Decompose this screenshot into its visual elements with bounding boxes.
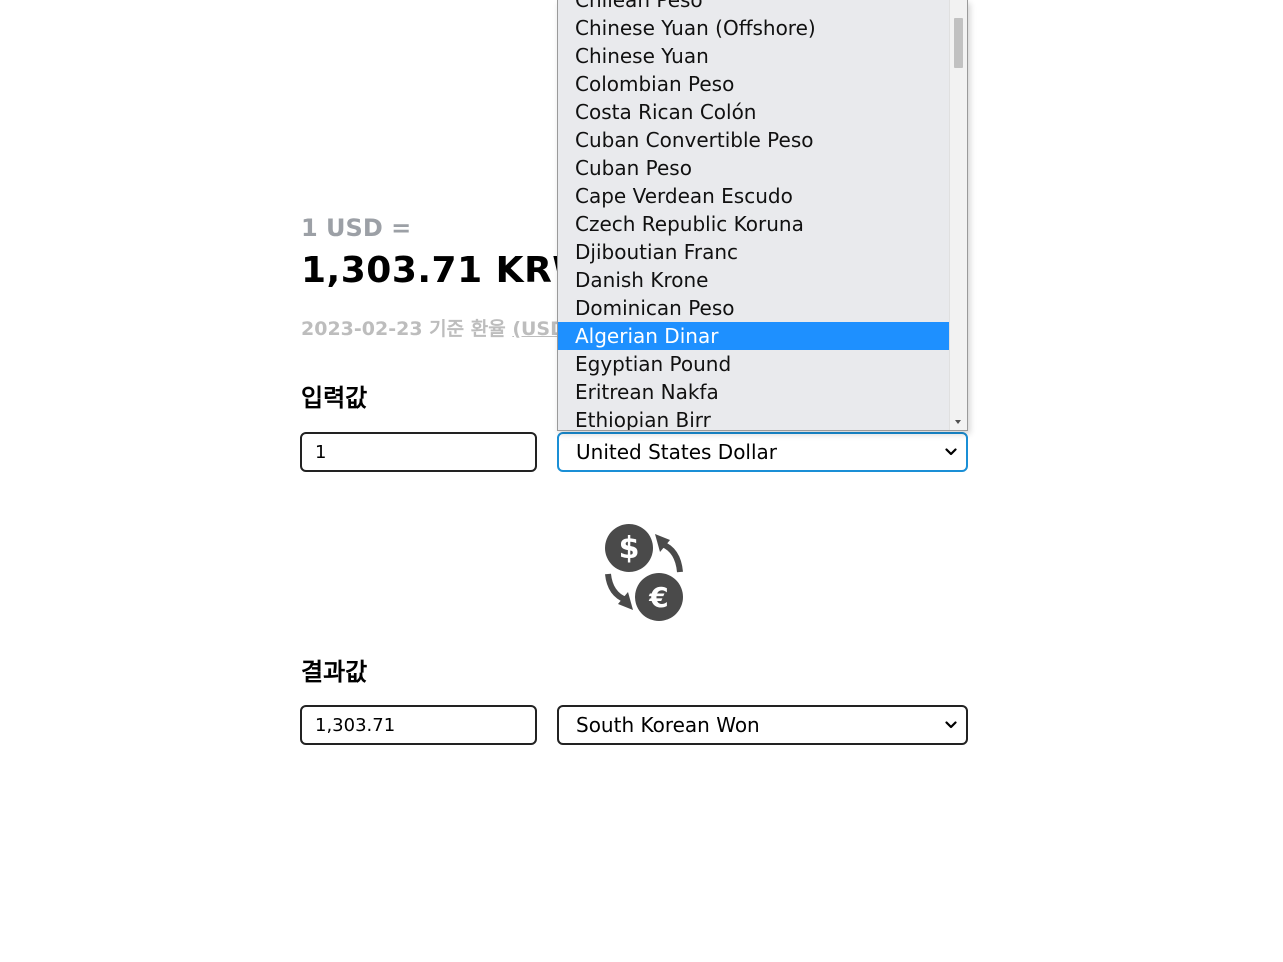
- rate-result-text: 1,303.71 KRW: [301, 250, 593, 291]
- svg-text:€: €: [648, 581, 668, 614]
- currency-dropdown-list[interactable]: Chilean Peso Chinese Yuan (Offshore) Chine…: [557, 0, 968, 431]
- dropdown-option[interactable]: Chinese Yuan: [558, 42, 950, 70]
- rate-date-prefix: 2023-02-23 기준 환율: [301, 318, 506, 340]
- dropdown-option[interactable]: Djiboutian Franc: [558, 238, 950, 266]
- dropdown-option[interactable]: Colombian Peso: [558, 70, 950, 98]
- dropdown-scrollbar[interactable]: [949, 0, 967, 430]
- result-amount-input[interactable]: [300, 705, 537, 745]
- dropdown-option[interactable]: Czech Republic Koruna: [558, 210, 950, 238]
- to-currency-select[interactable]: South Korean Won: [557, 705, 968, 745]
- dropdown-option[interactable]: Chinese Yuan (Offshore): [558, 14, 950, 42]
- output-section-label: 결과값: [301, 658, 368, 686]
- amount-input[interactable]: [300, 432, 537, 472]
- chevron-down-icon: [940, 441, 962, 463]
- scroll-down-arrow-icon[interactable]: [955, 420, 961, 424]
- input-section-label: 입력값: [301, 384, 368, 412]
- dropdown-option[interactable]: Cape Verdean Escudo: [558, 182, 950, 210]
- chevron-down-icon: [940, 714, 962, 736]
- dropdown-option[interactable]: Dominican Peso: [558, 294, 950, 322]
- rate-date-text: 2023-02-23 기준 환율 (USD: [301, 314, 566, 341]
- dropdown-option[interactable]: Danish Krone: [558, 266, 950, 294]
- currency-exchange-icon: $ €: [600, 522, 688, 622]
- dropdown-option[interactable]: Cuban Peso: [558, 154, 950, 182]
- rate-base-text: 1 USD =: [301, 214, 412, 242]
- svg-text:$: $: [619, 531, 640, 566]
- dropdown-option[interactable]: Algerian Dinar: [558, 322, 950, 350]
- dropdown-option[interactable]: Eritrean Nakfa: [558, 378, 950, 406]
- dropdown-option[interactable]: Egyptian Pound: [558, 350, 950, 378]
- dropdown-option[interactable]: Ethiopian Birr: [558, 406, 950, 430]
- to-currency-value: South Korean Won: [576, 713, 760, 737]
- dropdown-option[interactable]: Costa Rican Colón: [558, 98, 950, 126]
- from-currency-select[interactable]: United States Dollar: [557, 432, 968, 472]
- scrollbar-thumb[interactable]: [954, 18, 963, 68]
- dropdown-options: Chilean Peso Chinese Yuan (Offshore) Chine…: [558, 0, 950, 430]
- from-currency-value: United States Dollar: [576, 440, 778, 464]
- dropdown-option[interactable]: Cuban Convertible Peso: [558, 126, 950, 154]
- dropdown-option[interactable]: Chilean Peso: [558, 0, 950, 14]
